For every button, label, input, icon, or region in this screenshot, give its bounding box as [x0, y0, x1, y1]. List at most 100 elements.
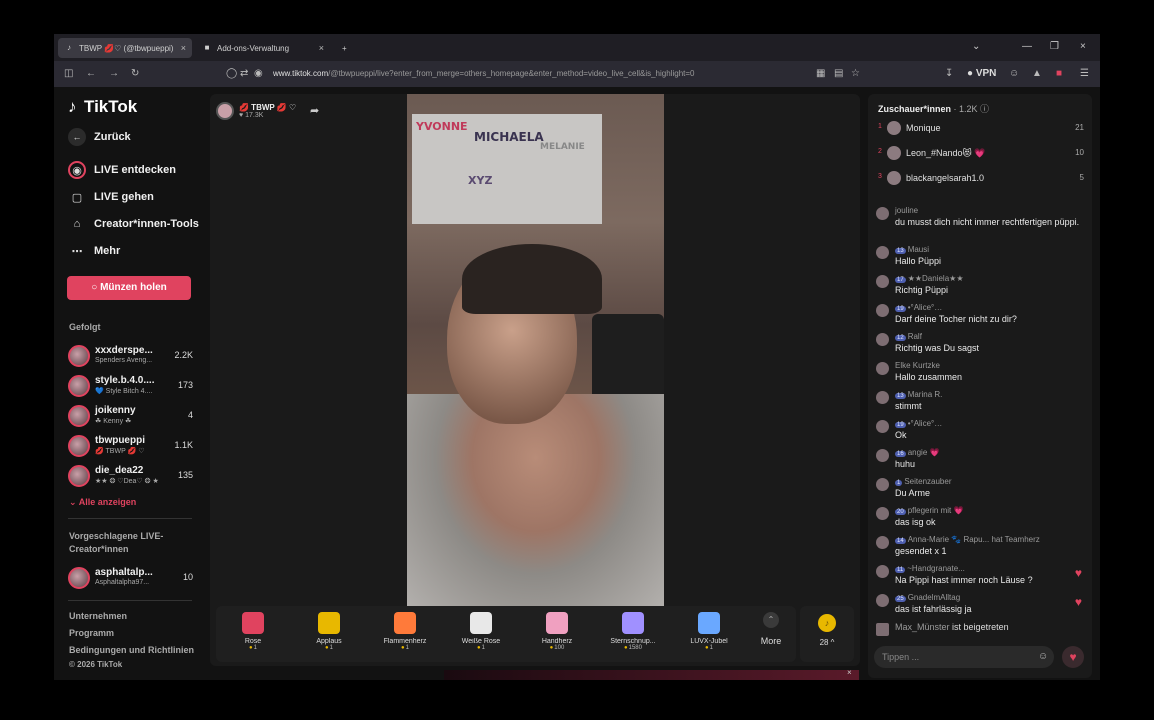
chat-user[interactable]: 16 angie 💗 — [895, 448, 939, 457]
more-gifts-button[interactable]: ⌃ More — [756, 612, 786, 646]
top-viewer[interactable]: 2 Leon_#Nando😻 💗 10 — [878, 145, 1084, 161]
like-button[interactable]: ♥ — [1062, 646, 1084, 668]
tab-addons[interactable]: ■ Add-ons-Verwaltung × — [196, 38, 330, 58]
avatar[interactable] — [876, 449, 889, 462]
level-badge: 19 — [895, 422, 906, 428]
chat-username: ★★Daniela★★ — [907, 274, 964, 283]
vpn-button[interactable]: ● VPN — [967, 68, 996, 80]
show-all-link[interactable]: ⌄ Alle anzeigen — [69, 497, 136, 508]
suggested-account[interactable]: asphaltalp... Asphaltalpha97... 10 — [68, 565, 193, 591]
account-name: xxxderspe... — [95, 345, 153, 356]
avatar[interactable] — [876, 420, 889, 433]
host-badge[interactable]: 💋 TBWP 💋 ♡ ♥ 17.3K — [216, 100, 298, 122]
chat-user[interactable]: 20 pflegerin mit 💗 — [895, 506, 963, 515]
followed-account[interactable]: xxxderspe... Spenders Aveng... 2.2K — [68, 343, 193, 369]
chat-username[interactable]: Max_Münster — [895, 622, 950, 632]
emoji-icon[interactable]: ☺ — [1038, 651, 1048, 662]
viewer-count: 135 — [177, 470, 193, 480]
chat-user[interactable]: 13 Marina R. — [895, 390, 942, 399]
get-coins-button[interactable]: ○ Münzen holen — [67, 276, 191, 300]
chat-user[interactable]: 19 •°Alice°… — [895, 419, 942, 428]
share-icon[interactable]: ➦ — [310, 104, 319, 117]
footer-link-terms[interactable]: Bedingungen und Richtlinien — [69, 645, 194, 655]
viewer-name: Monique — [906, 123, 941, 133]
gift-luvx-cheer[interactable]: LUVX-Jubel1 — [677, 612, 741, 651]
footer-link-program[interactable]: Programm — [69, 628, 114, 638]
chat-username[interactable]: Elke Kurtzke — [895, 361, 940, 370]
gift-rose[interactable]: Rose1 — [221, 612, 285, 651]
avatar[interactable] — [876, 362, 889, 375]
chat-user[interactable]: 25 GnadelmAlltag — [895, 593, 960, 602]
sidebar-item-live-discover[interactable]: ◉ LIVE entdecken — [68, 161, 176, 179]
forward-icon[interactable]: → — [109, 68, 119, 80]
download-icon[interactable]: ↧ — [945, 68, 953, 80]
chat-user[interactable]: 14 Anna-Marie 🐾 Rapu... hat Teamherz — [895, 535, 1040, 544]
followed-account[interactable]: die_dea22 ★★ ❂ ♡Dea♡ ❂ ★ 135 — [68, 463, 193, 489]
rose-gift-icon — [242, 612, 264, 634]
avatar[interactable] — [876, 333, 889, 346]
permissions-icon[interactable]: ⇄ — [240, 68, 248, 80]
gift-applause[interactable]: Applaus1 — [297, 612, 361, 651]
avatar[interactable] — [876, 565, 889, 578]
top-viewer[interactable]: 1 Monique 21 — [878, 120, 1084, 136]
shield-icon[interactable]: ◯ — [226, 68, 237, 80]
gift-flame-heart[interactable]: Flammenherz1 — [373, 612, 437, 651]
avatar[interactable] — [876, 391, 889, 404]
close-tab-icon[interactable]: × — [319, 43, 324, 53]
footer-link-company[interactable]: Unternehmen — [69, 611, 127, 621]
gift-white-rose[interactable]: Weiße Rose1 — [449, 612, 513, 651]
chat-user[interactable]: 17 ★★Daniela★★ — [895, 274, 964, 283]
close-banner-icon[interactable]: × — [847, 668, 852, 677]
chat-user[interactable]: 1 Seitenzauber — [895, 477, 952, 486]
picture-in-picture-icon[interactable]: ▦ — [816, 68, 825, 80]
chat-user[interactable]: 13 Mausi — [895, 245, 929, 254]
tab-tiktok-live[interactable]: ♪ TBWP 💋♡ (@tbwpueppi) × — [58, 38, 192, 58]
info-icon[interactable]: ⓘ — [980, 104, 989, 114]
avatar[interactable] — [876, 478, 889, 491]
bookmark-star-icon[interactable]: ☆ — [851, 68, 860, 80]
back-icon[interactable]: ← — [86, 68, 96, 80]
account-icon[interactable]: ☺ — [1009, 68, 1019, 80]
close-tab-icon[interactable]: × — [181, 43, 186, 53]
new-tab-button[interactable]: + — [336, 38, 356, 58]
lock-icon[interactable]: ◉ — [254, 68, 263, 80]
avatar[interactable] — [876, 207, 889, 220]
menu-hamburger-icon[interactable]: ☰ — [1080, 68, 1089, 80]
reload-icon[interactable]: ↻ — [131, 68, 139, 80]
gift-hand-heart[interactable]: Handherz100 — [525, 612, 589, 651]
avatar[interactable] — [876, 275, 889, 288]
chat-user[interactable]: 12 Ralf — [895, 332, 922, 341]
sidebar-item-go-live[interactable]: ▢ LIVE gehen — [68, 188, 154, 206]
chat-user[interactable]: 19 •°Alice°… — [895, 303, 942, 312]
avatar[interactable] — [876, 507, 889, 520]
sidebar-item-creator-tools[interactable]: ⌂ Creator*innen-Tools — [68, 215, 199, 233]
extensions-icon[interactable]: ▲ — [1032, 68, 1042, 80]
live-video[interactable]: YVONNE MICHAELA MELANIE XYZ — [407, 94, 664, 607]
avatar[interactable] — [876, 246, 889, 259]
chat-text: Du Arme — [895, 488, 931, 498]
chat-username[interactable]: jouline — [895, 206, 918, 215]
sidebar-toggle-icon[interactable]: ◫ — [64, 68, 73, 80]
chat-user[interactable]: 11 ~Handgranate... — [895, 564, 965, 573]
avatar[interactable] — [876, 594, 889, 607]
viewers-header[interactable]: Zuschauer*innen · 1.2K ⓘ — [878, 102, 989, 115]
reader-mode-icon[interactable]: ▤ — [834, 68, 843, 80]
avatar[interactable] — [876, 304, 889, 317]
coin-balance-button[interactable]: ♪ 28 ^ — [800, 606, 854, 662]
minimize-icon[interactable]: — — [1022, 41, 1032, 52]
sidebar-item-more[interactable]: ⋯ Mehr — [68, 242, 121, 260]
close-window-icon[interactable]: × — [1080, 41, 1086, 52]
chevron-up-icon: ⌃ — [763, 612, 779, 628]
gift-shooting-star[interactable]: Sternschnup...1580 — [601, 612, 665, 651]
tab-list-chevron-icon[interactable]: ⌄ — [972, 41, 980, 52]
promo-banner[interactable] — [444, 670, 859, 680]
followed-account[interactable]: style.b.4.0.... 💙 Style Bitch 4.... 173 — [68, 373, 193, 399]
followed-account[interactable]: tbwpueppi 💋 TBWP 💋 ♡ 1.1K — [68, 433, 193, 459]
chat-input[interactable]: Tippen ... — [874, 646, 1054, 668]
addon-icon[interactable]: ■ — [1056, 68, 1062, 80]
tiktok-logo[interactable]: ♪ TikTok — [68, 97, 137, 117]
restore-icon[interactable]: ❐ — [1050, 41, 1059, 52]
back-button[interactable]: ← Zurück — [68, 128, 131, 146]
followed-account[interactable]: joikenny ☘ Kenny ☘ 4 — [68, 403, 193, 429]
top-viewer[interactable]: 3 blackangelsarah1.0 5 — [878, 170, 1084, 186]
